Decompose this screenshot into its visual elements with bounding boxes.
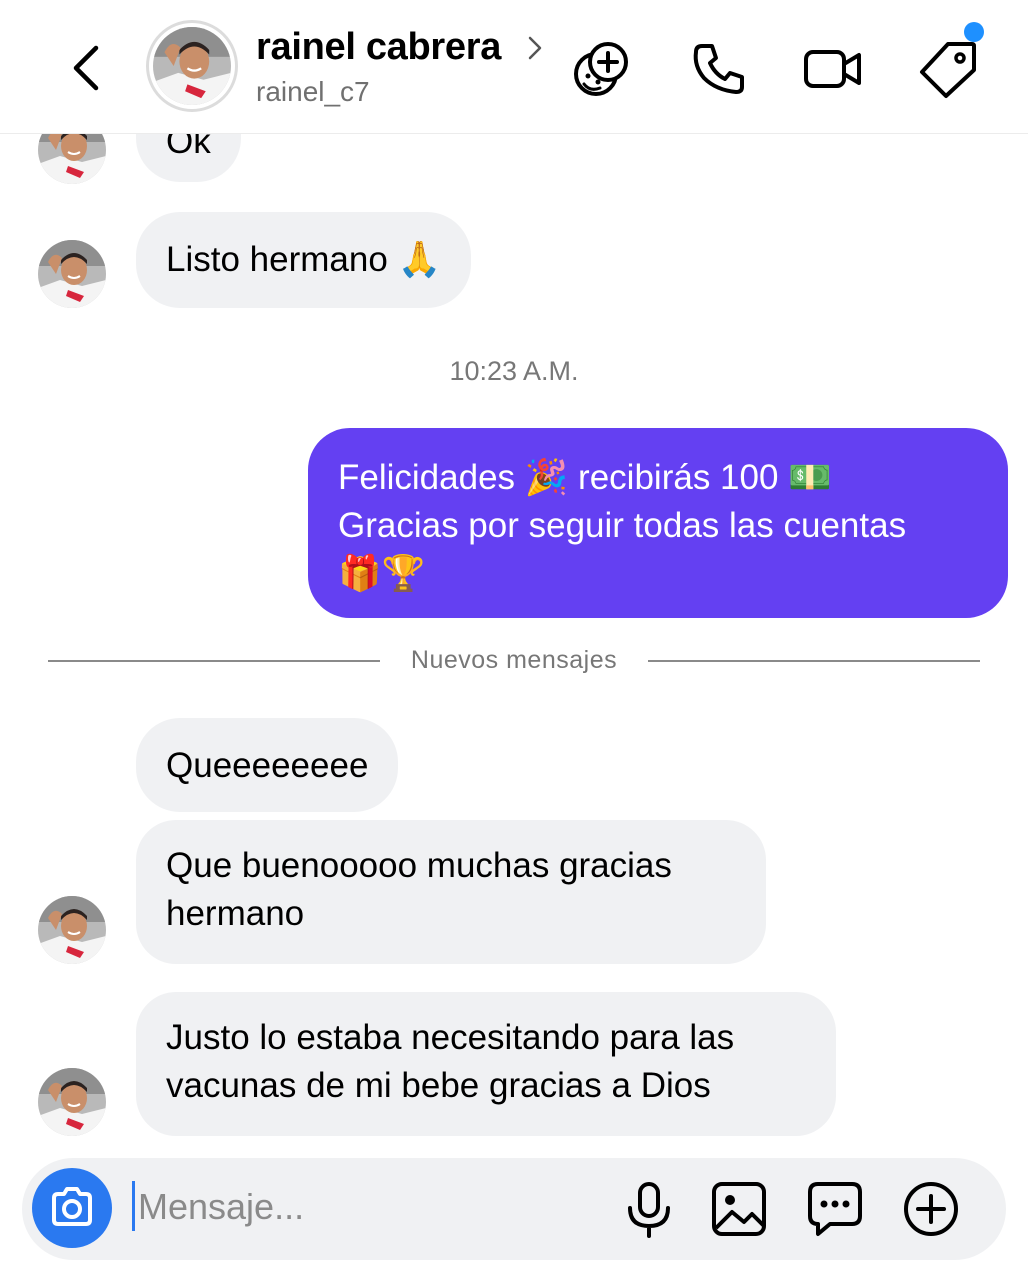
- chevron-right-icon[interactable]: [524, 30, 548, 66]
- sender-avatar[interactable]: [38, 240, 106, 308]
- back-chevron-icon[interactable]: [62, 38, 112, 98]
- sender-avatar[interactable]: [38, 896, 106, 964]
- message-input[interactable]: [138, 1180, 578, 1234]
- video-camera-icon[interactable]: [802, 38, 864, 100]
- message-text-line: Que buenooooo muchas gracias: [166, 846, 672, 885]
- message-timestamp: 10:23 A.M.: [449, 356, 579, 386]
- contact-username: rainel_c7: [256, 76, 370, 107]
- message-text: Listo hermano 🙏: [166, 240, 442, 279]
- message-text: Queeeeeeee: [166, 746, 369, 785]
- message-text-line: Gracias por seguir todas las cuentas: [338, 506, 907, 545]
- contact-name[interactable]: rainel cabrera: [256, 26, 501, 69]
- sent-message[interactable]: Felicidades 🎉 recibirás 100 💵 Gracias po…: [308, 428, 1008, 618]
- sender-avatar[interactable]: [38, 1068, 106, 1136]
- received-message[interactable]: Justo lo estaba necesitando para las vac…: [136, 992, 836, 1136]
- divider-line-right: [648, 660, 980, 662]
- profile-avatar[interactable]: [146, 20, 238, 112]
- camera-button[interactable]: [32, 1168, 112, 1248]
- phone-icon[interactable]: [688, 38, 750, 100]
- text-cursor: [132, 1181, 135, 1231]
- camera-icon: [52, 1187, 92, 1226]
- sticker-chat-icon[interactable]: [804, 1178, 866, 1240]
- message-text-line: Felicidades 🎉 recibirás 100 💵: [338, 458, 832, 497]
- message-text-line: vacunas de mi bebe gracias a Dios: [166, 1066, 711, 1105]
- microphone-icon[interactable]: [618, 1178, 680, 1240]
- received-message[interactable]: Que buenooooo muchas gracias hermano: [136, 820, 766, 964]
- received-message[interactable]: Listo hermano 🙏: [136, 212, 472, 308]
- message-text-line: 🎁🏆: [338, 554, 426, 593]
- message-text-line: hermano: [166, 894, 305, 933]
- effects-add-icon[interactable]: [570, 38, 632, 100]
- divider-line-left: [48, 660, 380, 662]
- new-messages-label: Nuevos mensajes: [410, 646, 618, 674]
- notification-dot: [964, 22, 984, 42]
- received-message[interactable]: Queeeeeeee: [136, 718, 399, 812]
- tag-icon[interactable]: [918, 38, 980, 100]
- plus-circle-icon[interactable]: [900, 1178, 962, 1240]
- gallery-icon[interactable]: [708, 1178, 770, 1240]
- message-text-line: Justo lo estaba necesitando para las: [166, 1018, 735, 1057]
- chat-header: rainel cabrera rainel_c7: [0, 0, 1028, 134]
